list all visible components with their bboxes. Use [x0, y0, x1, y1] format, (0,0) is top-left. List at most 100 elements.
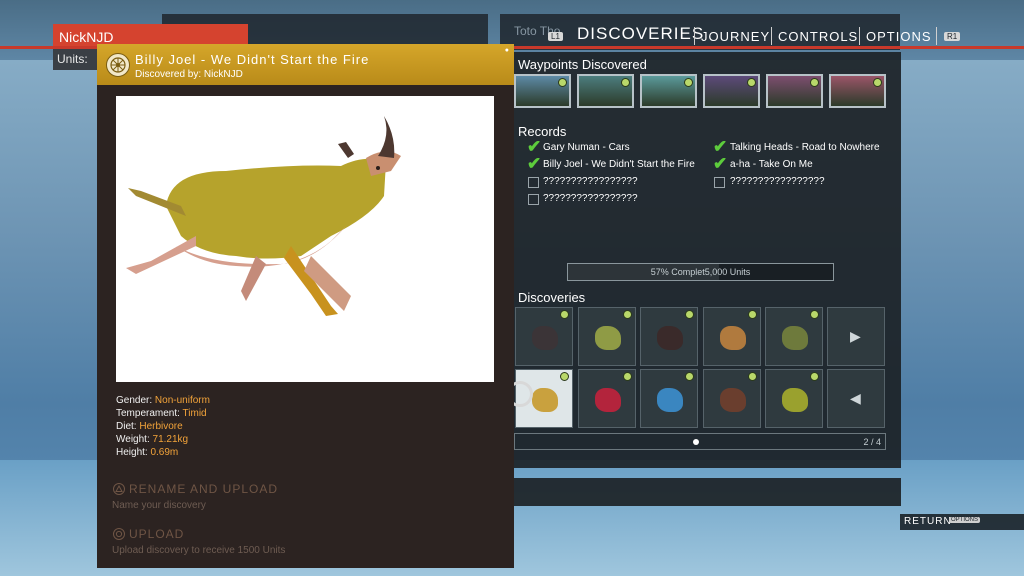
r1-button-icon[interactable]: R1: [944, 32, 961, 41]
record-item[interactable]: Gary Numan - Cars: [543, 142, 630, 153]
record-item[interactable]: Talking Heads - Road to Nowhere: [730, 142, 880, 153]
discovered-check-icon: [560, 310, 569, 319]
discovered-check-icon: [747, 372, 757, 381]
waypoint-thumbnail[interactable]: [577, 74, 634, 108]
stat-label: Weight:: [116, 434, 150, 445]
discovered-check-icon: [810, 372, 819, 381]
rename-upload-label: RENAME AND UPLOAD: [129, 482, 279, 496]
arrow-left-icon: ◀: [850, 390, 861, 406]
stat-label: Gender:: [116, 395, 153, 406]
discovery-tile-blue-flower[interactable]: [640, 369, 698, 428]
spiky-creature-icon: [719, 326, 746, 350]
tab-discoveries[interactable]: DISCOVERIES: [577, 24, 704, 44]
discovered-check-icon: [558, 78, 567, 87]
blue-flower-icon: [657, 388, 683, 412]
options-key-icon: OPTIONS: [949, 517, 981, 523]
waypoint-thumbnail[interactable]: [703, 74, 760, 108]
triangle-button-icon: [113, 483, 125, 495]
discovery-tile-spiky-creature[interactable]: [702, 307, 761, 366]
checkmark-icon: ✔: [713, 137, 728, 156]
stat-weight: Weight: 71.21kg: [116, 434, 188, 445]
record-item[interactable]: ?????????????????: [730, 176, 825, 187]
creature-image: [116, 96, 494, 382]
waypoint-thumbnail[interactable]: [766, 74, 823, 108]
checkmark-icon: ✔: [527, 154, 542, 173]
close-dot-icon[interactable]: ●: [505, 47, 509, 54]
stat-value: 0.69m: [150, 447, 179, 458]
stat-gender: Gender: Non-uniform: [116, 395, 210, 406]
discovery-tile-tiny-bug[interactable]: [765, 307, 823, 366]
checkmark-icon: ✔: [527, 137, 542, 156]
empty-checkbox-icon: [528, 177, 539, 188]
discovery-tile-red-flower[interactable]: [577, 369, 636, 428]
card-title: Billy Joel - We Didn't Start the Fire: [135, 52, 370, 67]
player-name: NickNJD: [59, 29, 114, 45]
discovery-tile-green-blob[interactable]: [765, 369, 823, 428]
rename-hint: Name your discovery: [112, 500, 206, 511]
dark-plant-icon: [532, 326, 558, 350]
discovery-tile-yellow-shrub[interactable]: [577, 307, 636, 366]
stat-value: Non-uniform: [154, 395, 210, 406]
discovered-check-icon: [684, 78, 693, 87]
l1-button-icon[interactable]: L1: [548, 32, 563, 41]
tab-journey[interactable]: JOURNEY: [701, 29, 770, 44]
page-dot: [693, 439, 699, 445]
stat-diet: Diet: Herbivore: [116, 421, 183, 432]
discovered-check-icon: [873, 78, 882, 87]
record-item[interactable]: ?????????????????: [543, 176, 638, 187]
discovery-tile-dark-plant[interactable]: [515, 307, 573, 366]
circle-button-icon: [113, 528, 125, 540]
prev-page-button[interactable]: ◀: [827, 369, 885, 428]
discovered-check-icon: [685, 310, 694, 319]
checkmark-icon: ✔: [713, 154, 728, 173]
card-header: Billy Joel - We Didn't Start the Fire Di…: [97, 44, 514, 85]
discovery-tile-small-tree[interactable]: [640, 307, 698, 366]
page-number: 2 / 4: [863, 437, 881, 447]
discovered-check-icon: [810, 78, 819, 87]
yellow-shrub-icon: [594, 326, 621, 350]
stat-label: Height:: [116, 447, 148, 458]
record-item[interactable]: ?????????????????: [543, 193, 638, 204]
tab-controls[interactable]: CONTROLS: [778, 29, 858, 44]
small-tree-icon: [657, 326, 683, 350]
record-item[interactable]: a-ha - Take On Me: [730, 159, 813, 170]
stat-temperament: Temperament: Timid: [116, 408, 207, 419]
discoveries-title: Discoveries: [518, 290, 586, 305]
waypoint-thumbnail[interactable]: [640, 74, 697, 108]
discovered-check-icon: [747, 310, 757, 319]
nav-separator: [771, 27, 772, 45]
discovered-check-icon: [685, 372, 694, 381]
discovery-tile-bark-column[interactable]: [702, 369, 761, 428]
next-page-button[interactable]: ▶: [827, 307, 885, 366]
record-item[interactable]: Billy Joel - We Didn't Start the Fire: [543, 159, 695, 170]
records-title: Records: [518, 124, 567, 139]
discovered-check-icon: [810, 310, 819, 319]
discovered-check-icon: [747, 78, 756, 87]
stat-value: 71.21kg: [152, 434, 189, 445]
empty-checkbox-icon: [714, 177, 725, 188]
horned-creature-icon: [532, 388, 558, 412]
units-label: Units:: [57, 52, 88, 66]
upload-button[interactable]: UPLOAD: [113, 527, 184, 541]
progress-text: 57% Complet5,000 Units: [650, 267, 751, 277]
rename-upload-button[interactable]: RENAME AND UPLOAD: [113, 482, 278, 496]
bark-column-icon: [719, 388, 746, 412]
stat-value: Timid: [182, 408, 207, 419]
waypoint-thumbnail[interactable]: [829, 74, 886, 108]
discovered-check-icon: [622, 372, 632, 381]
stat-height: Height: 0.69m: [116, 447, 178, 458]
waypoints-title: Waypoints Discovered: [518, 57, 647, 72]
discovered-check-icon: [621, 78, 630, 87]
nav-separator: [694, 27, 695, 45]
nav-separator: [936, 27, 937, 45]
discovered-check-icon: [560, 372, 569, 381]
stat-label: Temperament:: [116, 408, 180, 419]
panel-footer-bar: [514, 478, 901, 506]
discovered-check-icon: [622, 310, 632, 319]
return-button[interactable]: RETURN OPTIONS: [900, 514, 1024, 530]
return-label: RETURN: [904, 516, 952, 527]
stat-label: Diet:: [116, 421, 137, 432]
red-flower-icon: [594, 388, 621, 412]
waypoint-thumbnail[interactable]: [514, 74, 571, 108]
tab-options[interactable]: OPTIONS: [866, 29, 932, 44]
